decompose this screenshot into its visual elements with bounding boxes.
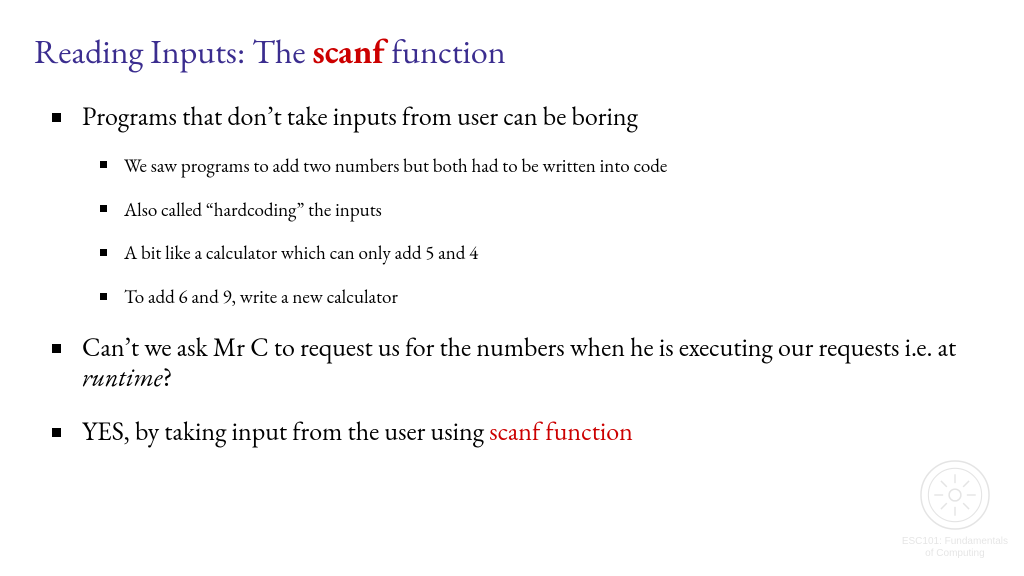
sub-bullet-3-text: A bit like a calculator which can only a… <box>124 240 478 265</box>
bullet-3-text-a: YES, by taking input from the user using <box>82 414 489 448</box>
bullet-1-text: Programs that don’t take inputs from use… <box>82 99 638 133</box>
title-scanf: scanf <box>312 30 384 74</box>
bullet-3-scanf: scanf function <box>489 414 633 448</box>
watermark-label: ESC101: Fundamentals of Computing <box>902 536 1008 560</box>
sub-bullet-3: A bit like a calculator which can only a… <box>82 241 984 265</box>
slide-title: Reading Inputs: The scanf function <box>34 30 984 74</box>
bullet-2: Can’t we ask Mr C to request us for the … <box>40 333 984 393</box>
bullet-1: Programs that don’t take inputs from use… <box>40 102 984 309</box>
bullet-2-runtime: runtime <box>82 360 163 394</box>
sub-bullet-2-text: Also called “hardcoding” the inputs <box>124 197 382 222</box>
title-part-3: function <box>385 30 506 74</box>
sub-bullet-list: We saw programs to add two numbers but b… <box>82 154 984 309</box>
bullet-list: Programs that don’t take inputs from use… <box>40 102 984 447</box>
watermark-line-2: of Computing <box>925 548 984 559</box>
sub-bullet-1-text: We saw programs to add two numbers but b… <box>124 153 667 178</box>
sub-bullet-2: Also called “hardcoding” the inputs <box>82 198 984 222</box>
bullet-2-text-c: ? <box>163 360 173 394</box>
sub-bullet-1: We saw programs to add two numbers but b… <box>82 154 984 178</box>
watermark-line-1: ESC101: Fundamentals <box>902 536 1008 547</box>
slide: Reading Inputs: The scanf function Progr… <box>0 0 1024 491</box>
bullet-2-text-a: Can’t we ask Mr C to request us for the … <box>82 330 956 364</box>
title-part-1: Reading Inputs: The <box>34 30 312 74</box>
sub-bullet-4: To add 6 and 9, write a new calculator <box>82 285 984 309</box>
sub-bullet-4-text: To add 6 and 9, write a new calculator <box>124 284 398 309</box>
bullet-3: YES, by taking input from the user using… <box>40 417 984 447</box>
